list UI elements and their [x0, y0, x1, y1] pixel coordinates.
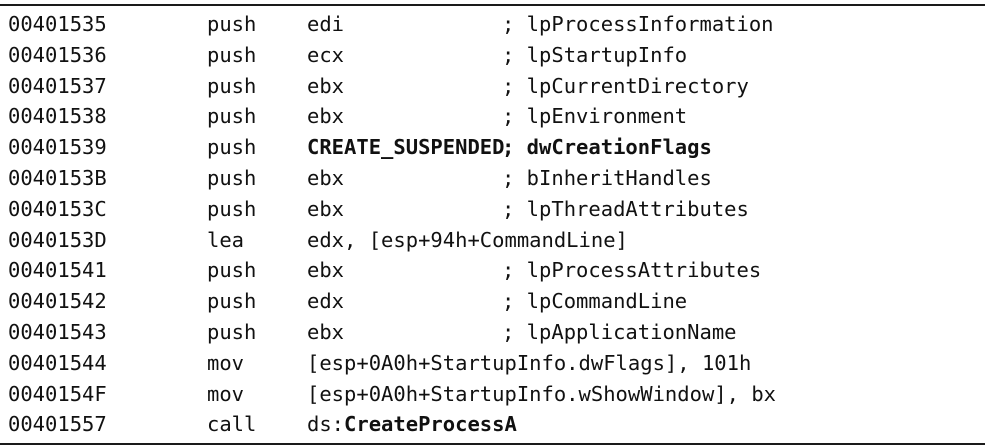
listing-row: 00401538 push ebx ; lpEnvironment	[0, 101, 985, 132]
listing-row: 00401544 mov [esp+0A0h+StartupInfo.dwFla…	[0, 348, 985, 379]
listing-row: 00401543 push ebx ; lpApplicationName	[0, 317, 985, 348]
operand: edx, [esp+94h+CommandLine]	[307, 227, 628, 252]
operand: [esp+0A0h+StartupInfo.dwFlags], 101h	[307, 350, 752, 375]
listing-row: 0040153B push ebx ; bInheritHandles	[0, 163, 985, 194]
operand: [esp+0A0h+StartupInfo.wShowWindow], bx	[307, 381, 776, 406]
operand: edx	[307, 289, 345, 314]
comment: ; lpProcessInformation	[502, 12, 774, 36]
comment: ; lpThreadAttributes	[502, 196, 749, 221]
operand-creation-flag: CREATE_SUSPENDED	[307, 135, 505, 160]
listing-row: 0040153C push ebx ; lpThreadAttributes	[0, 194, 985, 225]
comment: ; lpEnvironment	[502, 104, 688, 129]
mnemonic: push	[207, 12, 257, 36]
address: 00401557	[8, 412, 107, 437]
disassembly-listing: 00401535 push edi ; lpProcessInformation…	[0, 9, 985, 440]
mnemonic: mov	[207, 381, 245, 406]
mnemonic: push	[207, 289, 257, 314]
mnemonic: push	[207, 165, 257, 190]
mnemonic: push	[207, 258, 257, 283]
address: 0040153D	[8, 227, 107, 252]
operand: ebx	[307, 73, 345, 98]
comment-creation-flags: ; dwCreationFlags	[502, 135, 712, 160]
operand: ebx	[307, 319, 345, 344]
listing-row: 00401536 push ecx ; lpStartupInfo	[0, 40, 985, 71]
mnemonic: lea	[207, 227, 245, 252]
listing-row: 00401541 push ebx ; lpProcessAttributes	[0, 255, 985, 286]
comment: ; lpCurrentDirectory	[502, 73, 749, 98]
listing-row-highlighted: 00401539 push CREATE_SUSPENDED ; dwCreat…	[0, 132, 985, 163]
operand: edi	[307, 12, 345, 36]
address: 00401542	[8, 289, 107, 314]
operand: ebx	[307, 196, 345, 221]
address: 0040154F	[8, 381, 107, 406]
operand: ebx	[307, 104, 345, 129]
listing-row: 0040154F mov [esp+0A0h+StartupInfo.wShow…	[0, 379, 985, 410]
operand: ebx	[307, 258, 345, 283]
segment-prefix: ds:	[307, 412, 345, 437]
mnemonic: push	[207, 135, 257, 160]
mnemonic: push	[207, 42, 257, 67]
comment: ; lpCommandLine	[502, 289, 688, 314]
mnemonic: push	[207, 196, 257, 221]
address: 00401537	[8, 73, 107, 98]
call-operand: ds:CreateProcessA	[307, 409, 517, 440]
comment: ; bInheritHandles	[502, 165, 712, 190]
mnemonic: push	[207, 319, 257, 344]
comment: ; lpStartupInfo	[502, 42, 688, 67]
top-rule	[0, 4, 985, 6]
address: 0040153C	[8, 196, 107, 221]
listing-row: 00401542 push edx ; lpCommandLine	[0, 286, 985, 317]
listing-row-call: 00401557 call ds:CreateProcessA	[0, 409, 985, 440]
address: 00401541	[8, 258, 107, 283]
operand: ebx	[307, 165, 345, 190]
address: 0040153B	[8, 165, 107, 190]
address: 00401539	[8, 135, 107, 160]
mnemonic: call	[207, 412, 257, 437]
mnemonic: mov	[207, 350, 245, 375]
mnemonic: push	[207, 104, 257, 129]
mnemonic: push	[207, 73, 257, 98]
address: 00401543	[8, 319, 107, 344]
listing-row: 00401535 push edi ; lpProcessInformation	[0, 9, 985, 40]
address: 00401544	[8, 350, 107, 375]
address: 00401538	[8, 104, 107, 129]
address: 00401536	[8, 42, 107, 67]
operand: ecx	[307, 42, 345, 67]
call-target-function: CreateProcessA	[344, 412, 517, 437]
address: 00401535	[8, 12, 107, 36]
comment: ; lpProcessAttributes	[502, 258, 762, 283]
listing-row: 00401537 push ebx ; lpCurrentDirectory	[0, 71, 985, 102]
comment: ; lpApplicationName	[502, 319, 737, 344]
bottom-rule	[0, 443, 985, 445]
listing-row: 0040153D lea edx, [esp+94h+CommandLine]	[0, 225, 985, 256]
